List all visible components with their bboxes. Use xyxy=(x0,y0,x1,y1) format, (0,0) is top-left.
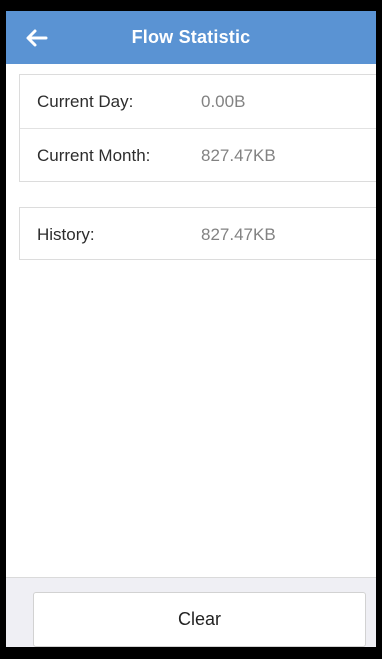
current-day-row: Current Day: 0.00B xyxy=(20,75,376,128)
current-month-value: 827.47KB xyxy=(201,146,276,165)
current-month-row: Current Month: 827.47KB xyxy=(20,128,376,181)
current-month-label: Current Month: xyxy=(37,146,151,165)
app-screen: Flow Statistic Current Day: 0.00B Curren… xyxy=(6,11,376,647)
current-day-value: 0.00B xyxy=(201,92,246,111)
period-stats-group: Current Day: 0.00B Current Month: 827.47… xyxy=(19,74,376,182)
history-row: History: 827.47KB xyxy=(20,208,376,261)
current-day-label: Current Day: xyxy=(37,92,134,111)
clear-button[interactable]: Clear xyxy=(33,592,366,647)
header-bar: Flow Statistic xyxy=(6,11,376,64)
footer-bar: Clear xyxy=(6,577,376,647)
page-title: Flow Statistic xyxy=(131,27,251,47)
history-label: History: xyxy=(37,225,95,244)
history-value: 827.47KB xyxy=(201,225,276,244)
history-stats-group: History: 827.47KB xyxy=(19,207,376,260)
